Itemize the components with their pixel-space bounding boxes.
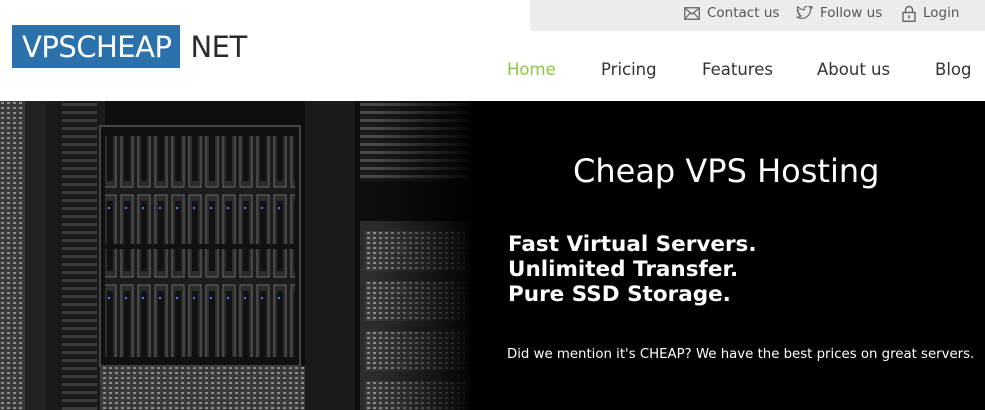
contact-us-label: Contact us <box>707 5 780 21</box>
top-utility-bar: Contact us Follow us Login <box>530 0 985 31</box>
logo-secondary: NET <box>190 29 247 64</box>
nav-item-pricing[interactable]: Pricing <box>601 60 657 79</box>
envelope-icon <box>684 6 700 20</box>
hero-feature-line: Unlimited Transfer. <box>508 257 739 282</box>
login-label: Login <box>923 5 960 21</box>
hero-banner: Cheap VPS Hosting Fast Virtual Servers. … <box>0 101 985 410</box>
nav-item-blog[interactable]: Blog <box>935 60 971 79</box>
nav-item-about-us[interactable]: About us <box>817 60 890 79</box>
twitter-icon <box>796 6 813 20</box>
lock-icon <box>902 5 916 22</box>
hero-title: Cheap VPS Hosting <box>573 152 880 190</box>
contact-us-link[interactable]: Contact us <box>684 4 779 22</box>
hero-feature-line: Pure SSD Storage. <box>508 282 731 307</box>
main-nav: Home Pricing Features About us Blog <box>0 60 985 82</box>
follow-us-label: Follow us <box>820 5 883 21</box>
hero-feature-list: Fast Virtual Servers. Unlimited Transfer… <box>508 232 757 307</box>
hero-feature-line: Fast Virtual Servers. <box>508 232 757 257</box>
nav-item-features[interactable]: Features <box>702 60 773 79</box>
follow-us-link[interactable]: Follow us <box>796 4 882 22</box>
server-rack-image <box>0 101 480 410</box>
nav-item-home[interactable]: Home <box>507 60 556 79</box>
hero-note: Did we mention it's CHEAP? We have the b… <box>507 347 975 362</box>
login-link[interactable]: Login <box>902 4 959 22</box>
